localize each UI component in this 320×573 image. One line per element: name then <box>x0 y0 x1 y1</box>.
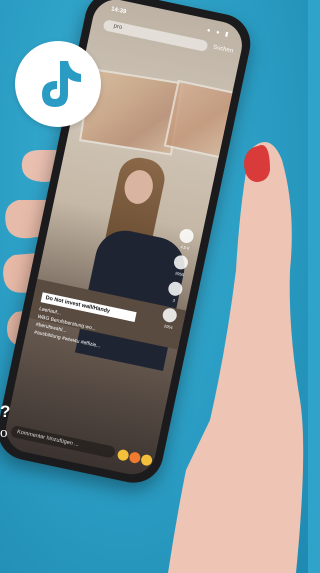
edge-text-question: ? <box>0 402 11 421</box>
fire-emoji-icon[interactable] <box>128 451 142 465</box>
status-time: 14:39 <box>110 6 127 16</box>
status-icons: ● ● ▮ <box>206 27 231 39</box>
music-note-icon <box>42 61 81 107</box>
search-button[interactable]: Suchen <box>212 44 233 54</box>
edge-text-line: o <box>0 425 8 441</box>
comment-icon[interactable] <box>172 254 190 271</box>
photo-scene: 14:39 ● ● ▮ pro Suchen 4,5 K 2950 3 2054… <box>0 0 308 573</box>
app-logo <box>15 41 101 127</box>
search-input[interactable]: pro <box>102 19 209 53</box>
like-count: 4,5 K <box>180 244 191 251</box>
share-icon[interactable] <box>161 306 179 324</box>
comment-input[interactable]: Kommentar hinzufügen ... <box>9 424 117 459</box>
share-count: 2054 <box>163 323 174 331</box>
comment-count: 2950 <box>174 270 185 278</box>
emoji-icon[interactable] <box>116 448 130 462</box>
bookmark-count: 3 <box>172 297 176 303</box>
emoji-icon[interactable] <box>140 453 154 467</box>
bookmark-icon[interactable] <box>167 280 184 298</box>
like-icon[interactable] <box>178 227 195 245</box>
